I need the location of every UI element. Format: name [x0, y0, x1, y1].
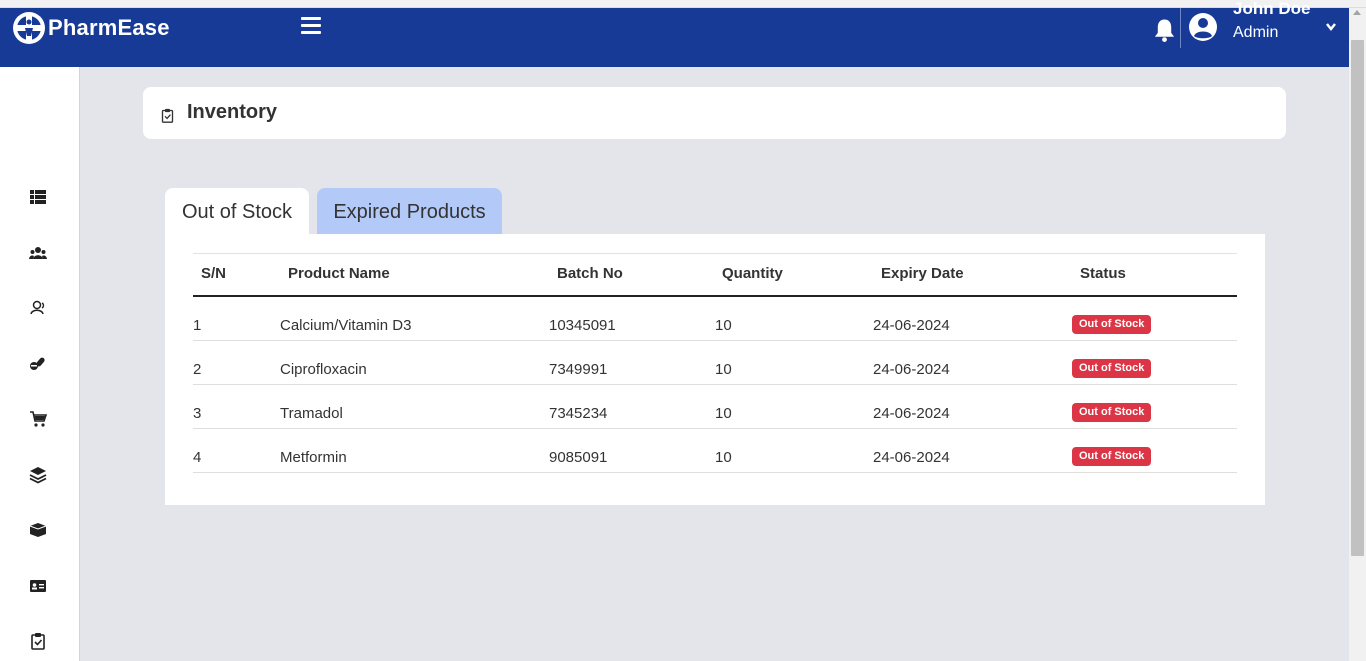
column-header-sn: S/N: [201, 265, 227, 282]
id-card-icon[interactable]: [29, 577, 47, 595]
cell-batch-no: 10345091: [549, 317, 616, 334]
top-navbar: PharmEase John Doe Admin: [0, 0, 1349, 67]
table-row: 2 Ciprofloxacin 7349991 10 24-06-2024 Ou…: [193, 341, 1237, 385]
cell-quantity: 10: [715, 405, 732, 422]
column-header-batch-no: Batch No: [557, 265, 623, 282]
status-badge: Out of Stock: [1072, 359, 1152, 378]
menu-toggle-icon[interactable]: [301, 17, 321, 37]
brand-name: PharmEase: [48, 15, 170, 40]
cell-quantity: 10: [715, 449, 732, 466]
user-avatar-icon[interactable]: [1188, 12, 1218, 42]
vertical-scrollbar[interactable]: [1349, 8, 1366, 661]
column-header-status: Status: [1080, 265, 1126, 282]
page-header: Inventory: [143, 87, 1286, 139]
box-icon[interactable]: [29, 521, 47, 539]
page-title: Inventory: [187, 101, 278, 123]
cell-expiry-date: 24-06-2024: [873, 405, 950, 422]
inventory-table-card: S/N Product Name Batch No Quantity Expir…: [165, 234, 1265, 505]
table-row: 4 Metformin 9085091 10 24-06-2024 Out of…: [193, 429, 1237, 473]
scrollbar-thumb[interactable]: [1351, 40, 1364, 556]
browser-top-strip: [0, 0, 1366, 8]
status-badge: Out of Stock: [1072, 403, 1152, 422]
user-outline-icon[interactable]: [29, 299, 47, 317]
cell-expiry-date: 24-06-2024: [873, 449, 950, 466]
users-group-icon[interactable]: [29, 244, 47, 262]
cell-product-name: Calcium/Vitamin D3: [280, 317, 412, 334]
cell-batch-no: 7349991: [549, 361, 608, 378]
cell-product-name: Ciprofloxacin: [280, 361, 367, 378]
brand[interactable]: PharmEase: [12, 11, 170, 45]
navbar-divider: [1180, 8, 1181, 48]
tab-out-of-stock[interactable]: Out of Stock: [165, 188, 309, 234]
user-name[interactable]: John Doe: [1233, 0, 1310, 19]
cell-sn: 4: [193, 449, 202, 466]
column-header-expiry-date: Expiry Date: [881, 265, 964, 282]
status-badge: Out of Stock: [1072, 315, 1152, 334]
inventory-table: S/N Product Name Batch No Quantity Expir…: [193, 253, 1237, 473]
status-badge: Out of Stock: [1072, 447, 1152, 466]
user-role: Admin: [1233, 24, 1279, 41]
cell-product-name: Metformin: [280, 449, 347, 466]
column-header-quantity: Quantity: [722, 265, 783, 282]
cell-expiry-date: 24-06-2024: [873, 361, 950, 378]
cell-sn: 1: [193, 317, 202, 334]
clipboard-check-icon: [161, 108, 174, 123]
dashboard-list-icon[interactable]: [29, 188, 47, 206]
cart-icon[interactable]: [29, 410, 47, 428]
cell-sn: 3: [193, 405, 202, 422]
pills-icon[interactable]: [29, 355, 47, 373]
column-header-product-name: Product Name: [288, 265, 390, 282]
chevron-down-icon[interactable]: [1325, 22, 1337, 32]
layers-icon[interactable]: [29, 466, 47, 484]
table-row: 3 Tramadol 7345234 10 24-06-2024 Out of …: [193, 385, 1237, 429]
cell-quantity: 10: [715, 317, 732, 334]
cell-batch-no: 9085091: [549, 449, 608, 466]
cell-quantity: 10: [715, 361, 732, 378]
pharmease-logo-icon: [13, 12, 45, 44]
sidebar: [0, 67, 80, 661]
tab-expired-products[interactable]: Expired Products: [317, 188, 502, 234]
cell-batch-no: 7345234: [549, 405, 608, 422]
table-header-row: S/N Product Name Batch No Quantity Expir…: [193, 253, 1237, 297]
cell-sn: 2: [193, 361, 202, 378]
cell-product-name: Tramadol: [280, 405, 343, 422]
cell-expiry-date: 24-06-2024: [873, 317, 950, 334]
scroll-up-arrow-icon[interactable]: [1353, 10, 1361, 15]
notification-bell-icon[interactable]: [1153, 17, 1176, 43]
table-row: 1 Calcium/Vitamin D3 10345091 10 24-06-2…: [193, 297, 1237, 341]
clipboard-check-icon[interactable]: [29, 632, 47, 650]
